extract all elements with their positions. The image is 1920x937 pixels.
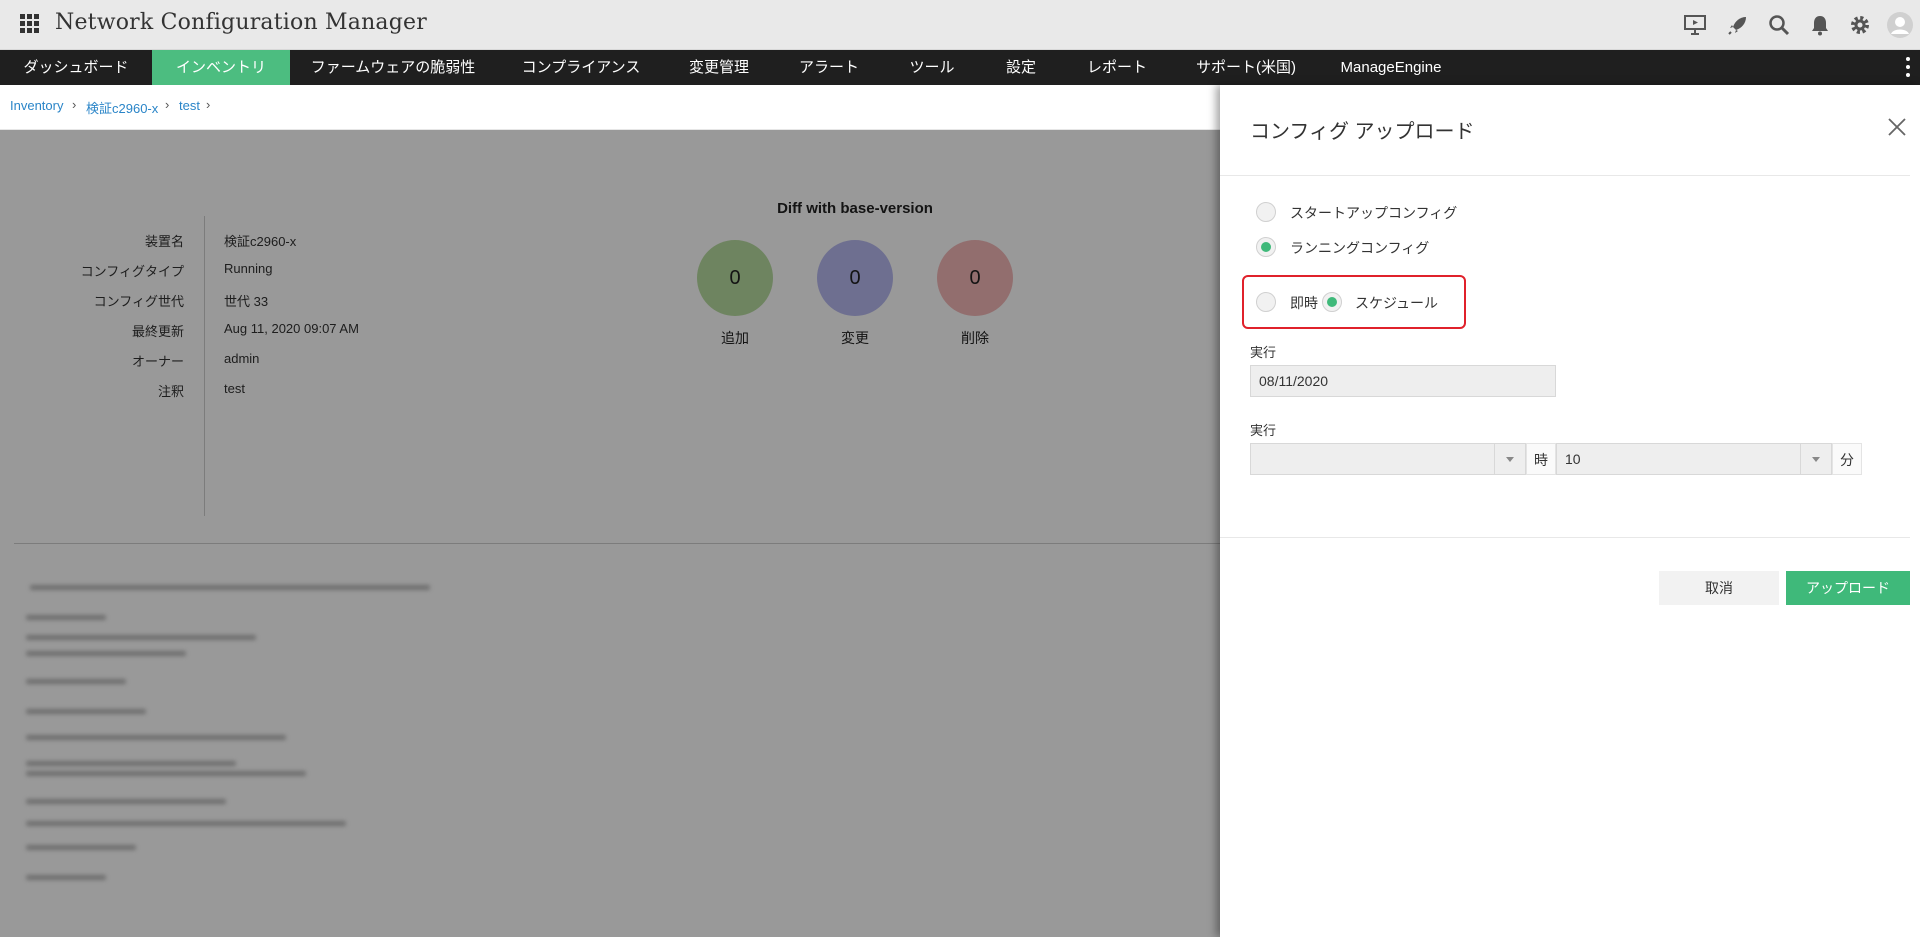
panel-divider	[1220, 175, 1910, 176]
cancel-button[interactable]: 取消	[1659, 571, 1779, 605]
immediate-radio[interactable]	[1256, 292, 1276, 312]
modal-backdrop[interactable]	[0, 130, 1220, 937]
main-nav: ダッシュボード インベントリ ファームウェアの脆弱性 コンプライアンス 変更管理…	[0, 50, 1920, 85]
config-upload-panel: コンフィグ アップロード スタートアップコンフィグ ランニングコンフィグ 即時 …	[1220, 85, 1920, 937]
minute-unit: 分	[1832, 443, 1862, 475]
close-icon[interactable]	[1885, 115, 1909, 139]
nav-item-manageengine[interactable]: ManageEngine	[1336, 50, 1446, 85]
top-header: Network Configuration Manager	[0, 0, 1920, 50]
breadcrumb-device[interactable]: 検証c2960-x	[86, 98, 158, 117]
breadcrumb-separator-icon: ›	[72, 97, 77, 112]
nav-item-support[interactable]: サポート(米国)	[1190, 50, 1302, 85]
rocket-icon[interactable]	[1726, 13, 1750, 37]
startup-config-label[interactable]: スタートアップコンフィグ	[1290, 203, 1457, 223]
chevron-down-icon	[1494, 444, 1525, 474]
nav-item-reports[interactable]: レポート	[1080, 50, 1154, 85]
chevron-down-icon	[1800, 444, 1831, 474]
nav-item-inventory[interactable]: インベントリ	[152, 50, 290, 85]
minute-select[interactable]: 10	[1556, 443, 1832, 475]
startup-config-radio[interactable]	[1256, 202, 1276, 222]
hour-unit: 時	[1526, 443, 1556, 475]
panel-title: コンフィグ アップロード	[1250, 121, 1475, 143]
breadcrumb-separator-icon: ›	[165, 97, 170, 112]
running-config-radio[interactable]	[1256, 237, 1276, 257]
nav-item-firmware-vulnerability[interactable]: ファームウェアの脆弱性	[302, 50, 484, 85]
more-menu-icon[interactable]	[1904, 55, 1912, 80]
upload-button[interactable]: アップロード	[1786, 571, 1910, 605]
nav-item-dashboard[interactable]: ダッシュボード	[0, 50, 152, 85]
minute-select-value: 10	[1565, 451, 1581, 467]
nav-item-alerts[interactable]: アラート	[789, 50, 869, 85]
schedule-radio[interactable]	[1322, 292, 1342, 312]
running-config-label[interactable]: ランニングコンフィグ	[1290, 238, 1429, 258]
user-avatar-icon[interactable]	[1887, 12, 1913, 38]
gear-icon[interactable]	[1848, 13, 1872, 37]
execution-date-label: 実行	[1250, 345, 1277, 360]
nav-item-settings[interactable]: 設定	[990, 50, 1052, 85]
breadcrumb-config[interactable]: test	[179, 98, 200, 113]
bell-icon[interactable]	[1808, 13, 1832, 37]
nav-item-compliance[interactable]: コンプライアンス	[510, 50, 652, 85]
presentation-icon[interactable]	[1683, 13, 1707, 37]
hour-select[interactable]	[1250, 443, 1526, 475]
immediate-label[interactable]: 即時	[1290, 293, 1318, 313]
schedule-label[interactable]: スケジュール	[1355, 293, 1438, 313]
breadcrumb-separator-icon: ›	[206, 97, 211, 112]
nav-item-change-management[interactable]: 変更管理	[677, 50, 761, 85]
app-grid-icon[interactable]	[20, 14, 40, 34]
breadcrumb-inventory[interactable]: Inventory	[10, 98, 63, 113]
app-title: Network Configuration Manager	[55, 10, 427, 35]
panel-divider	[1220, 537, 1910, 538]
nav-item-tools[interactable]: ツール	[900, 50, 964, 85]
execution-date-input[interactable]	[1250, 365, 1556, 397]
execution-time-label: 実行	[1250, 423, 1277, 438]
search-icon[interactable]	[1767, 13, 1791, 37]
